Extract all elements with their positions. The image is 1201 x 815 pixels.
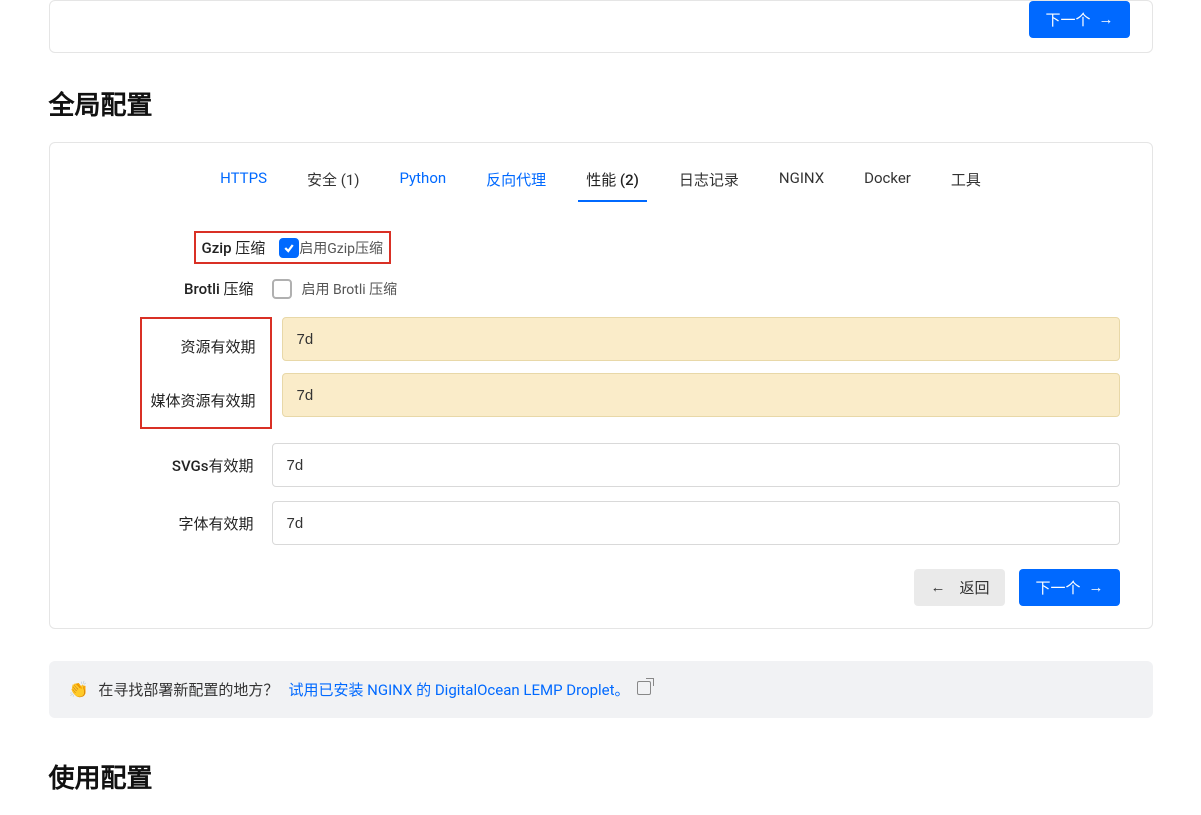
performance-form: Gzip 压缩 启用Gzip压缩 Brotli 压缩 启用 Brotli 压缩 [72,231,1130,606]
next-button[interactable]: 下一个 [1019,569,1119,606]
gzip-label: Gzip 压缩 [202,237,280,258]
row-gzip: Gzip 压缩 启用Gzip压缩 [82,231,1120,264]
arrow-right-icon [1099,11,1114,28]
media-expiry-input[interactable] [282,373,1120,417]
next-button-top-label: 下一个 [1045,9,1090,30]
row-assets-media: 资源有效期 媒体资源有效期 [82,317,1120,429]
row-fonts-expiry: 字体有效期 [82,501,1120,545]
external-link-icon [637,681,651,695]
arrow-right-icon [1089,579,1104,596]
previous-section-panel: 下一个 [49,0,1153,53]
assets-expiry-label: 资源有效期 [142,319,270,373]
tabs: HTTPS 安全 (1) Python 反向代理 性能 (2) 日志记录 NGI… [72,159,1130,203]
tab-tools[interactable]: 工具 [949,159,983,202]
tab-reverse-proxy[interactable]: 反向代理 [484,159,548,202]
svgs-expiry-input[interactable] [272,443,1120,487]
global-config-panel: HTTPS 安全 (1) Python 反向代理 性能 (2) 日志记录 NGI… [49,142,1153,629]
brotli-checkbox-label: 启用 Brotli 压缩 [302,279,398,299]
next-button-label: 下一个 [1035,577,1080,598]
use-config-title: 使用配置 [49,758,1153,795]
check-icon [283,242,295,254]
tab-logging[interactable]: 日志记录 [677,159,741,202]
wave-emoji-icon: 👏 [69,680,89,699]
tab-python[interactable]: Python [397,159,448,202]
brotli-checkbox[interactable] [272,279,292,299]
gzip-checkbox-label: 启用Gzip压缩 [299,238,383,258]
next-button-top[interactable]: 下一个 [1029,1,1129,38]
svgs-expiry-label: SVGs有效期 [82,455,272,476]
fonts-expiry-input[interactable] [272,501,1120,545]
assets-expiry-input[interactable] [282,317,1120,361]
fonts-expiry-label: 字体有效期 [82,513,272,534]
gzip-checkbox[interactable] [279,238,299,258]
media-expiry-label: 媒体资源有效期 [142,373,270,427]
tab-performance[interactable]: 性能 (2) [584,159,641,202]
promo-link[interactable]: 试用已安装 NGINX 的 DigitalOcean LEMP Droplet。 [288,679,651,700]
row-brotli: Brotli 压缩 启用 Brotli 压缩 [82,278,1120,299]
brotli-label: Brotli 压缩 [184,280,253,298]
arrow-left-icon [930,579,951,596]
promo-link-text: 试用已安装 NGINX 的 DigitalOcean LEMP Droplet。 [288,681,629,699]
highlight-assets-media-labels: 资源有效期 媒体资源有效期 [140,317,272,429]
highlight-gzip: Gzip 压缩 启用Gzip压缩 [194,231,392,264]
footer-actions: 返回 下一个 [82,569,1120,606]
promo-banner: 👏 在寻找部署新配置的地方？ 试用已安装 NGINX 的 DigitalOcea… [49,661,1153,718]
tab-https[interactable]: HTTPS [218,159,269,202]
tab-nginx[interactable]: NGINX [777,159,826,202]
row-svgs-expiry: SVGs有效期 [82,443,1120,487]
global-config-title: 全局配置 [49,85,1153,122]
tab-docker[interactable]: Docker [862,159,913,202]
promo-lead: 在寻找部署新配置的地方？ [98,679,278,700]
tab-security[interactable]: 安全 (1) [305,159,362,202]
back-button[interactable]: 返回 [914,569,1005,606]
back-button-label: 返回 [959,577,989,598]
